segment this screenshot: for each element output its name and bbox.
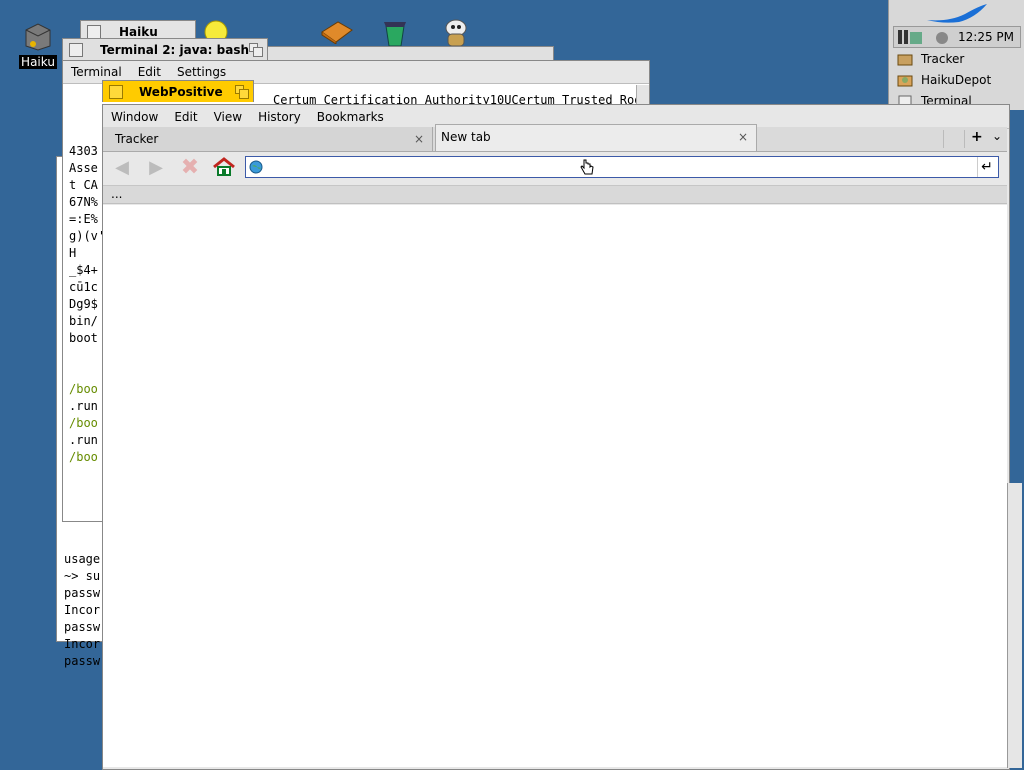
terminal2-scrollbar[interactable] xyxy=(636,85,649,105)
menu-history[interactable]: History xyxy=(250,110,309,124)
tray: 12:25 PM xyxy=(893,26,1021,48)
close-tab-icon[interactable]: × xyxy=(738,125,748,149)
haiku-leaf-icon[interactable] xyxy=(925,2,989,24)
package-icon xyxy=(897,73,913,87)
tab-new-tab[interactable]: New tab × xyxy=(435,124,757,151)
go-icon[interactable]: ↵ xyxy=(977,157,996,177)
window-tab-terminal2[interactable]: Terminal 2: java: bash xyxy=(62,38,268,60)
zoom-box[interactable] xyxy=(235,85,249,99)
tray-icons[interactable] xyxy=(898,29,950,45)
stop-icon[interactable]: ✖ xyxy=(179,157,201,179)
menu-bookmarks[interactable]: Bookmarks xyxy=(309,110,392,124)
deskbar-item-tracker[interactable]: Tracker xyxy=(897,49,964,69)
menu-edit[interactable]: Edit xyxy=(166,110,205,124)
forward-arrow-icon[interactable]: ▶ xyxy=(145,157,167,179)
hand-cursor-icon xyxy=(578,158,596,179)
clock[interactable]: 12:25 PM xyxy=(958,30,1014,44)
tab-menu-button[interactable]: ⌄ xyxy=(992,129,1002,143)
menu-edit[interactable]: Edit xyxy=(130,65,169,79)
menu-view[interactable]: View xyxy=(206,110,250,124)
desktop-icon-label: Haiku xyxy=(19,55,57,69)
haiku-disk-icon[interactable]: Haiku xyxy=(18,20,58,69)
url-field[interactable]: ↵ xyxy=(245,156,999,178)
tab-scroll-area xyxy=(943,130,965,148)
window-title: WebPositive xyxy=(139,85,223,99)
home-icon[interactable] xyxy=(213,157,235,179)
globe-icon xyxy=(249,160,263,177)
webpositive-window: Window Edit View History Bookmarks Track… xyxy=(102,104,1010,770)
browser-tabbar: Tracker × New tab × + ⌄ xyxy=(103,124,1007,152)
book-icon[interactable] xyxy=(320,20,354,47)
vertical-scrollbar[interactable] xyxy=(1007,483,1022,768)
window-tab-webpositive[interactable]: WebPositive xyxy=(102,80,254,102)
status-line: ... xyxy=(103,186,1007,204)
deskbar-item-haikudepot[interactable]: HaikuDepot xyxy=(897,70,991,90)
navigation-bar: ◀ ▶ ✖ ↵ xyxy=(103,152,1007,186)
close-box[interactable] xyxy=(109,85,123,99)
back-arrow-icon[interactable]: ◀ xyxy=(111,157,133,179)
menu-window[interactable]: Window xyxy=(103,110,166,124)
disk-icon xyxy=(25,23,51,51)
deskbar: 12:25 PM Tracker HaikuDepot Terminal xyxy=(888,0,1024,110)
tracker-icon xyxy=(897,52,913,66)
tab-tracker[interactable]: Tracker × xyxy=(103,127,433,151)
terminal-behind-lines: usage ~> su passw Incor passw Incor passw xyxy=(64,552,101,668)
window-title: Terminal 2: java: bash xyxy=(100,43,250,57)
terminal2-output: 4303 Asse t CA 67N% =:E% g)(v' H _$4+ cū1c Dg9$ bi… xyxy=(69,144,106,464)
menu-settings[interactable]: Settings xyxy=(169,65,234,79)
close-tab-icon[interactable]: × xyxy=(414,127,424,151)
add-tab-button[interactable]: + xyxy=(971,129,983,145)
menu-terminal[interactable]: Terminal xyxy=(63,65,130,79)
page-content[interactable] xyxy=(103,205,1007,767)
